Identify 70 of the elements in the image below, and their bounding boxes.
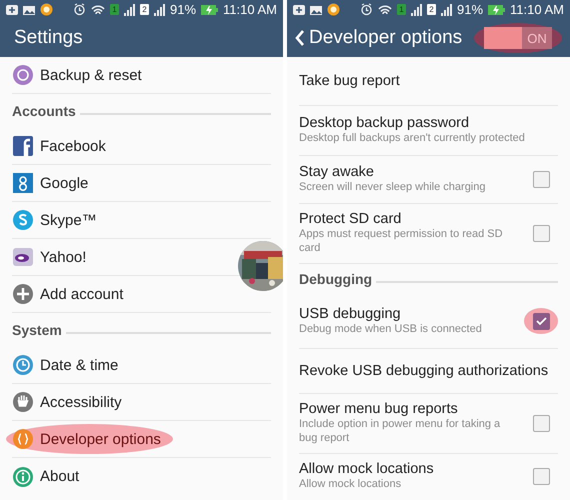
settings-item[interactable]: Add account xyxy=(40,286,124,303)
checkbox[interactable] xyxy=(532,312,550,330)
alarm-icon xyxy=(360,3,373,16)
facebook-icon xyxy=(12,135,34,158)
signal-icon xyxy=(154,4,165,16)
setting-title[interactable]: USB debugging xyxy=(299,306,516,322)
settings-item[interactable]: Skype™ xyxy=(40,212,97,229)
google-icon xyxy=(12,172,34,194)
wifi-icon xyxy=(378,4,392,16)
settings-item[interactable]: Yahoo! xyxy=(40,248,86,266)
battery-icon xyxy=(201,4,218,16)
setting-summary: Apps must request permission to read SD card xyxy=(299,228,504,256)
settings-item[interactable]: Google xyxy=(40,174,88,192)
sim-label: 2 xyxy=(140,4,149,16)
sim-label: 1 xyxy=(110,4,119,16)
wifi-icon xyxy=(91,4,105,16)
app-icon xyxy=(327,3,340,16)
notification-icon xyxy=(6,4,18,16)
battery-icon xyxy=(488,4,506,16)
setting-title[interactable]: Allow mock locations xyxy=(299,461,516,478)
battery-percent: 91% xyxy=(170,2,196,18)
setting-title[interactable]: Desktop backup password xyxy=(299,115,558,132)
signal-icon xyxy=(411,4,422,16)
clock-time: 11:10 AM xyxy=(223,2,277,18)
setting-title[interactable]: Protect SD card xyxy=(299,211,516,228)
setting-title[interactable]: Stay awake xyxy=(299,164,516,180)
checkbox[interactable] xyxy=(532,468,550,486)
info-icon xyxy=(12,466,34,488)
settings-item[interactable]: Developer options xyxy=(40,430,161,448)
checkbox[interactable] xyxy=(532,225,550,242)
signal-icon xyxy=(124,4,135,16)
settings-item[interactable]: About xyxy=(40,468,80,486)
settings-item[interactable]: Accessibility xyxy=(40,394,122,411)
settings-item[interactable]: Facebook xyxy=(40,138,106,155)
clock-time: 11:10 AM xyxy=(510,2,564,18)
setting-title[interactable]: Take bug report xyxy=(299,73,558,90)
settings-item[interactable]: Date & time xyxy=(40,356,118,374)
setting-title[interactable]: Power menu bug reports xyxy=(299,401,516,418)
notification-icon xyxy=(293,4,305,16)
setting-summary: Debug mode when USB is connected xyxy=(299,322,483,337)
sim-label: 2 xyxy=(427,4,436,16)
image-icon xyxy=(23,4,35,16)
yahoo-icon xyxy=(12,246,34,268)
setting-title[interactable]: Revoke USB debugging authorizations xyxy=(299,363,558,380)
sim-label: 1 xyxy=(397,4,406,16)
setting-summary: Screen will never sleep while charging xyxy=(299,181,486,196)
add-icon xyxy=(12,283,34,306)
code-icon xyxy=(12,428,34,450)
check-icon xyxy=(536,316,546,326)
section-header: Debugging xyxy=(299,271,372,288)
settings-item[interactable]: Backup & reset xyxy=(40,66,142,84)
setting-summary: Include option in power menu for taking a bug report xyxy=(299,418,502,446)
alarm-icon xyxy=(73,3,86,16)
section-header: System xyxy=(12,322,62,338)
setting-summary: Desktop full backups aren't currently protected xyxy=(299,132,526,146)
setting-summary: Allow mock locations xyxy=(299,478,402,492)
checkbox[interactable] xyxy=(532,171,550,188)
screen-title: Settings xyxy=(14,27,83,50)
signal-icon xyxy=(441,4,452,16)
section-header: Accounts xyxy=(12,103,76,120)
clock-icon xyxy=(12,354,34,376)
skype-icon xyxy=(12,209,34,232)
app-icon xyxy=(40,3,53,16)
battery-percent: 91% xyxy=(457,2,484,18)
screen-title: Developer options xyxy=(309,27,462,50)
checkbox[interactable] xyxy=(532,415,550,432)
backup-icon xyxy=(12,64,34,86)
back-icon[interactable] xyxy=(295,29,305,48)
image-icon xyxy=(310,4,322,16)
hand-icon xyxy=(12,391,34,414)
